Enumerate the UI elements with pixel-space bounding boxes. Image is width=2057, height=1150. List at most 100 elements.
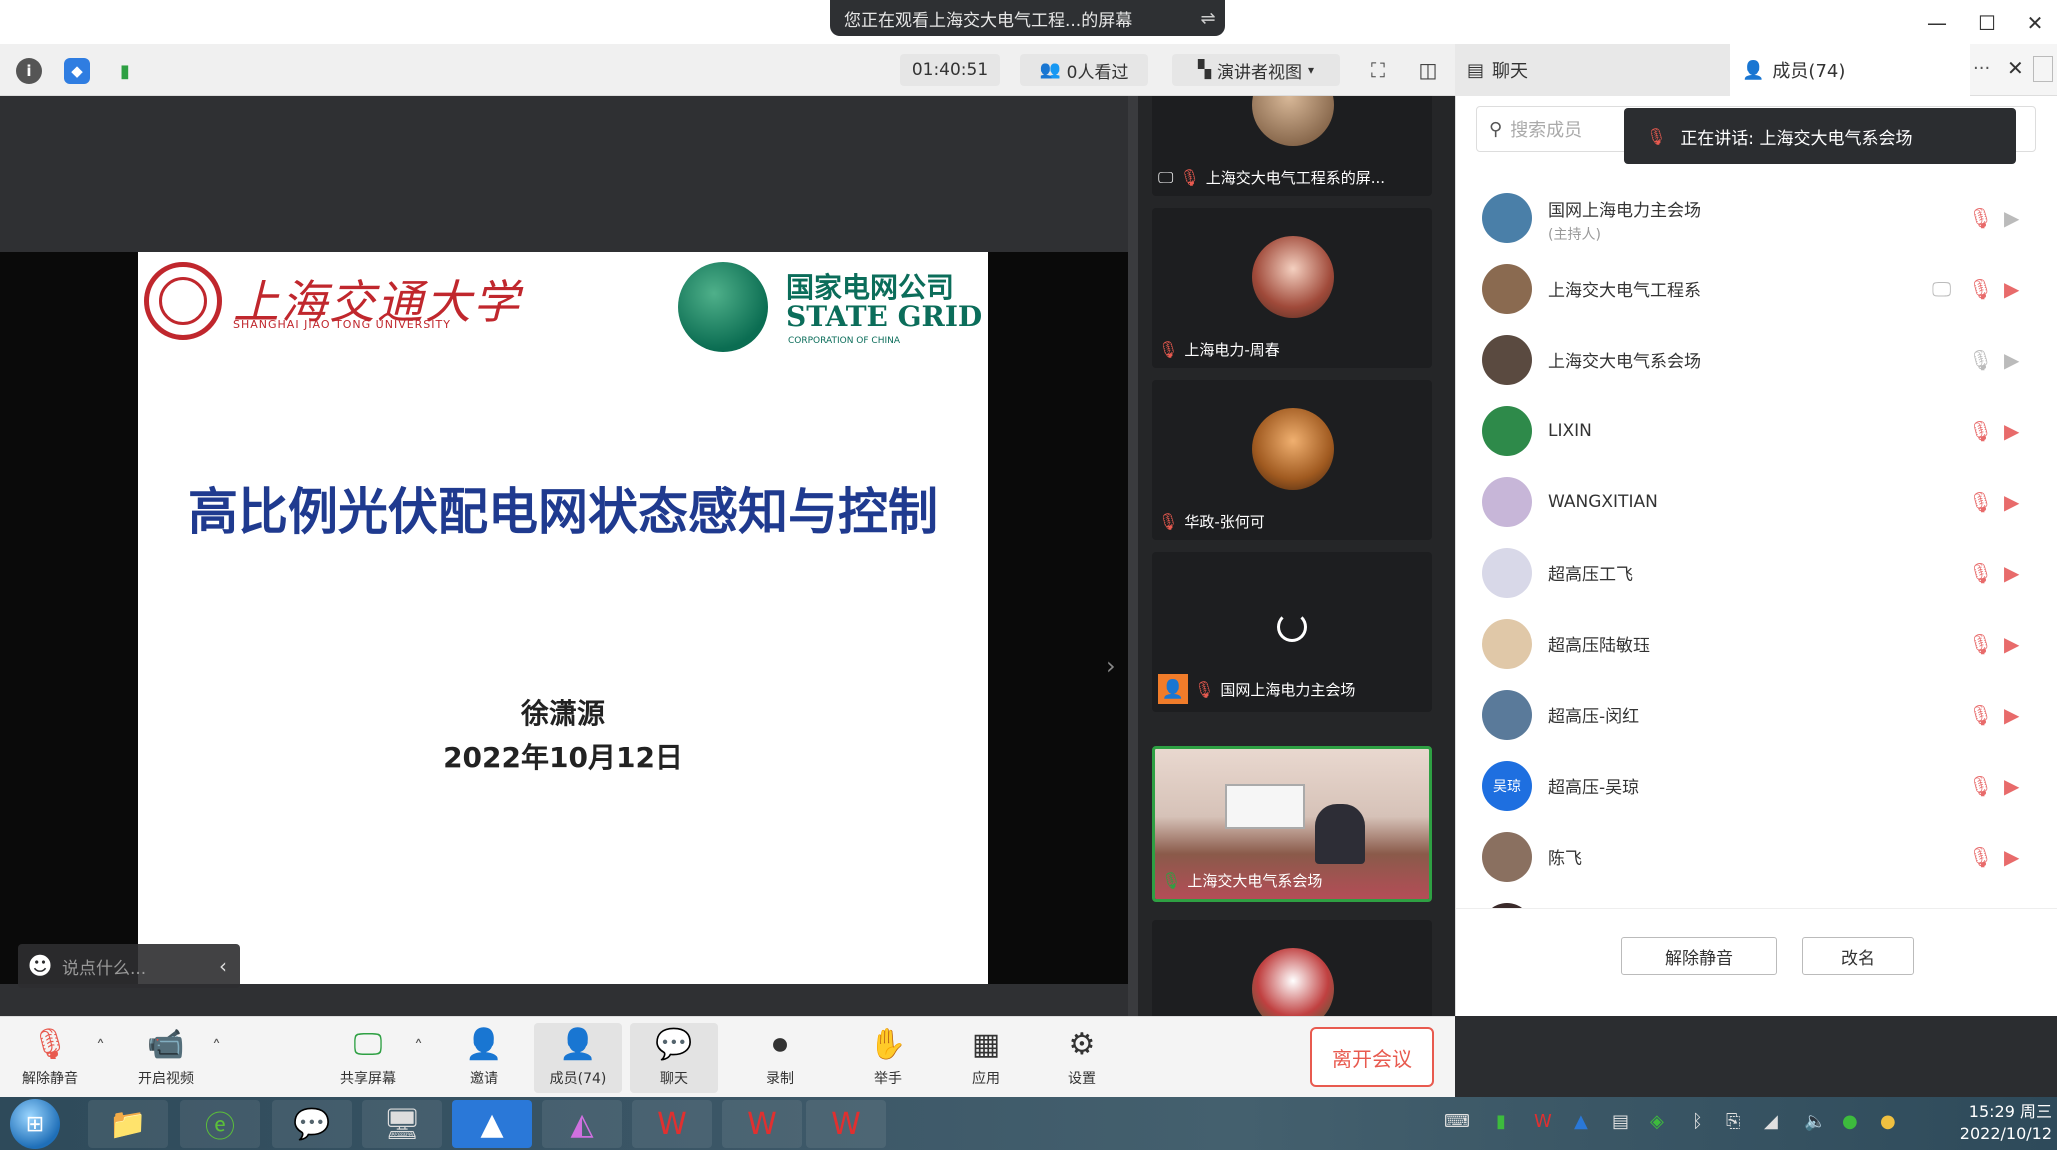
wps-icon-2[interactable]: W xyxy=(722,1100,802,1148)
member-row[interactable]: 国网上海电力主会场 (主持人) 🎙 ▶ xyxy=(1456,182,2057,253)
member-row[interactable]: 吴琼 超高压-吴琼 🎙 ▶ xyxy=(1456,750,2057,821)
start-video-button[interactable]: 📹 开启视频 xyxy=(122,1023,210,1093)
emoji-icon[interactable]: ☻ xyxy=(18,952,62,980)
panel-toggle-icon[interactable] xyxy=(2033,56,2053,82)
layout-icon[interactable]: ◫ xyxy=(1414,56,1442,84)
photos-app-icon[interactable]: ◭ xyxy=(542,1100,622,1148)
raise-hand-button[interactable]: ✋ 举手 xyxy=(844,1023,932,1093)
file-explorer-icon[interactable]: 📁 xyxy=(88,1100,168,1148)
member-search-input[interactable]: 搜索成员 xyxy=(1510,116,1582,142)
collapse-video-arrow-icon[interactable]: › xyxy=(1106,652,1116,680)
record-button[interactable]: ⏺ 录制 xyxy=(736,1023,824,1093)
video-off-icon[interactable]: ▶ xyxy=(2004,419,2019,443)
video-off-icon[interactable]: ▶ xyxy=(2004,348,2019,372)
video-tile[interactable]: 🖵 🎙 上海交大电气工程系的屏... xyxy=(1152,96,1432,196)
mic-on-icon[interactable]: 🎙 xyxy=(1968,348,1993,372)
video-off-icon[interactable]: ▶ xyxy=(2004,490,2019,514)
leave-meeting-button[interactable]: 离开会议 xyxy=(1310,1027,1434,1087)
tray-wps-icon[interactable]: W xyxy=(1534,1111,1552,1132)
member-row[interactable]: 昆明公司-潘晓凯🎙▶ xyxy=(1456,892,2057,908)
apps-button[interactable]: ▦ 应用 xyxy=(942,1023,1030,1093)
unmute-button[interactable]: 🎙 解除静音 xyxy=(6,1023,94,1093)
tray-chat-icon[interactable]: ▤ xyxy=(1612,1111,1629,1132)
share-screen-button[interactable]: 🖵 共享屏幕 xyxy=(324,1023,412,1093)
security-shield-icon[interactable]: ◆ xyxy=(64,58,90,84)
video-options-chevron-icon[interactable]: ˄ xyxy=(212,1037,221,1058)
windows-start-icon[interactable]: ⊞ xyxy=(10,1099,60,1149)
member-row[interactable]: 超高压-闵红 🎙 ▶ xyxy=(1456,679,2057,750)
mic-off-icon[interactable]: 🎙 xyxy=(1968,419,1993,443)
video-off-icon[interactable]: ▶ xyxy=(2004,845,2019,869)
mic-off-icon[interactable]: 🎙 xyxy=(1968,561,1993,585)
tray-meeting-icon[interactable]: ▲ xyxy=(1574,1111,1588,1132)
mic-off-icon[interactable]: 🎙 xyxy=(1968,774,1993,798)
member-row[interactable]: WANGXITIAN 🎙 ▶ xyxy=(1456,466,2057,537)
video-off-icon[interactable]: ▶ xyxy=(2004,774,2019,798)
bluetooth-icon[interactable]: ᛒ xyxy=(1692,1111,1703,1132)
share-options-chevron-icon[interactable]: ˄ xyxy=(414,1037,423,1058)
minimize-button[interactable]: — xyxy=(1919,6,1955,40)
viewers-button[interactable]: 👥 0人看过 xyxy=(1020,54,1148,86)
tray-update-icon[interactable]: ● xyxy=(1880,1111,1896,1132)
mic-off-icon[interactable]: 🎙 xyxy=(1968,277,1993,301)
tencent-meeting-icon[interactable]: ▲ xyxy=(452,1100,532,1148)
chat-button[interactable]: 💬 聊天 xyxy=(630,1023,718,1093)
video-tile-active-speaker[interactable]: 🎙 上海交大电气系会场 xyxy=(1152,746,1432,902)
keyboard-icon[interactable]: ⌨ xyxy=(1444,1111,1470,1132)
tab-members[interactable]: 👤 成员(74) xyxy=(1730,44,1970,96)
video-column-divider[interactable] xyxy=(1128,96,1138,1016)
tab-chat[interactable]: ▤ 聊天 xyxy=(1455,44,1730,96)
members-button[interactable]: 👤 成员(74) xyxy=(534,1023,622,1093)
view-mode-dropdown[interactable]: ▚ 演讲者视图 ▾ xyxy=(1172,54,1340,86)
member-row[interactable]: LIXIN 🎙 ▶ xyxy=(1456,395,2057,466)
quick-comment-bar[interactable]: ☻ 说点什么... ‹ xyxy=(18,944,240,988)
chevron-left-icon[interactable]: ‹ xyxy=(206,954,240,978)
rename-button[interactable]: 改名 xyxy=(1802,937,1914,975)
maximize-button[interactable]: ☐ xyxy=(1969,6,2005,40)
wps-icon[interactable]: W xyxy=(632,1100,712,1148)
viewers-icon: 👥 xyxy=(1039,60,1061,80)
wps-icon-3[interactable]: W xyxy=(806,1100,886,1148)
member-row[interactable]: 陈飞 🎙 ▶ xyxy=(1456,821,2057,892)
video-off-icon[interactable]: ▶ xyxy=(2004,703,2019,727)
invite-button[interactable]: 👤 邀请 xyxy=(440,1023,528,1093)
tray-shield-icon[interactable]: ◈ xyxy=(1650,1111,1664,1132)
tray-app-icon[interactable]: ▮ xyxy=(1496,1111,1506,1132)
member-row[interactable]: 上海交大电气工程系 🖵 🎙 ▶ xyxy=(1456,253,2057,324)
mic-off-icon[interactable]: 🎙 xyxy=(1968,845,1993,869)
tray-security-icon[interactable]: ● xyxy=(1842,1111,1858,1132)
member-row[interactable]: 超高压陆敏珏 🎙 ▶ xyxy=(1456,608,2057,679)
banner-menu-icon[interactable]: ⇌ xyxy=(1191,8,1225,29)
unmute-all-button[interactable]: 解除静音 xyxy=(1621,937,1777,975)
audio-options-chevron-icon[interactable]: ˄ xyxy=(96,1037,105,1058)
remote-desktop-icon[interactable]: 🖥 xyxy=(362,1100,442,1148)
signal-icon[interactable]: ▮ xyxy=(112,58,138,84)
browser-icon[interactable]: ⓔ xyxy=(180,1100,260,1148)
close-window-button[interactable]: ✕ xyxy=(2017,6,2053,40)
fullscreen-icon[interactable]: ⛶ xyxy=(1364,56,1392,84)
more-options-button[interactable]: ··· xyxy=(1973,58,1990,79)
mic-off-icon[interactable]: 🎙 xyxy=(1968,703,1993,727)
video-tile[interactable]: 🎙 华政-张何可 xyxy=(1152,380,1432,540)
video-off-icon[interactable]: ▶ xyxy=(2004,277,2019,301)
info-icon[interactable]: i xyxy=(16,58,42,84)
mic-off-icon[interactable]: 🎙 xyxy=(1968,206,1993,230)
member-row[interactable]: 上海交大电气系会场 🎙 ▶ xyxy=(1456,324,2057,395)
mic-off-icon[interactable]: 🎙 xyxy=(1968,490,1993,514)
video-tile[interactable]: 🎙 上海电力-周春 xyxy=(1152,208,1432,368)
mic-off-icon[interactable]: 🎙 xyxy=(1968,632,1993,656)
network-icon[interactable]: ◢ xyxy=(1764,1111,1778,1132)
system-clock[interactable]: 15:29 周三 2022/10/12 xyxy=(1922,1101,2052,1145)
settings-button[interactable]: ⚙ 设置 xyxy=(1038,1023,1126,1093)
wechat-icon[interactable]: 💬 xyxy=(272,1100,352,1148)
volume-icon[interactable]: 🔈 xyxy=(1804,1111,1826,1132)
video-off-icon[interactable]: ▶ xyxy=(2004,561,2019,585)
close-panel-button[interactable]: ✕ xyxy=(2007,56,2024,80)
video-off-icon[interactable]: ▶ xyxy=(2004,632,2019,656)
video-off-icon[interactable]: ▶ xyxy=(2004,206,2019,230)
usb-icon[interactable]: ⎘ xyxy=(1726,1111,1740,1132)
comment-input[interactable]: 说点什么... xyxy=(62,954,206,979)
video-tile[interactable] xyxy=(1152,920,1432,1016)
video-tile[interactable]: 👤 🎙 国网上海电力主会场 xyxy=(1152,552,1432,712)
member-row[interactable]: 超高压工飞 🎙 ▶ xyxy=(1456,537,2057,608)
